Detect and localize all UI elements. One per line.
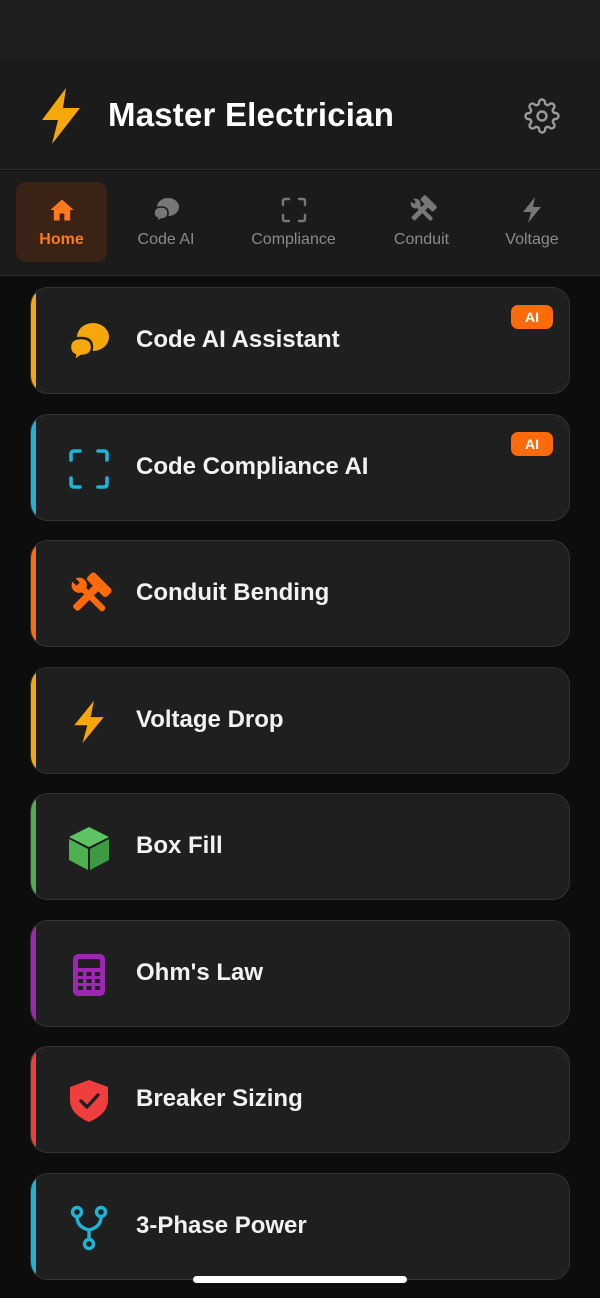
tab-label: Compliance: [251, 231, 336, 248]
ai-badge: AI: [511, 305, 553, 329]
tab-label: Voltage: [505, 231, 559, 248]
tab-compliance[interactable]: Compliance: [236, 182, 351, 262]
card-label: Conduit Bending: [136, 579, 330, 606]
tools-icon: [407, 195, 437, 225]
card-label: Box Fill: [136, 832, 223, 859]
card-label: Code AI Assistant: [136, 326, 340, 353]
tab-home[interactable]: Home: [16, 182, 107, 262]
status-bar: [0, 0, 600, 58]
card-accent: [31, 541, 36, 646]
tool-list: Code AI Assistant AI Code Compliance AI …: [30, 287, 570, 1298]
card-accent: [31, 288, 36, 393]
card-3-phase-power[interactable]: 3-Phase Power: [30, 1172, 570, 1280]
card-label: Code Compliance AI: [136, 452, 369, 480]
chat-bubbles-icon: [151, 195, 181, 225]
card-label: Breaker Sizing: [136, 1085, 303, 1112]
shield-check-icon: [65, 1077, 113, 1125]
tab-label: Conduit: [393, 231, 450, 248]
card-accent: [31, 1047, 36, 1152]
calculator-icon: [65, 951, 113, 999]
chat-bubbles-icon: [65, 318, 113, 366]
card-voltage-drop[interactable]: Voltage Drop: [30, 666, 570, 774]
card-accent: [31, 667, 36, 773]
app-title: Master Electrician: [108, 96, 395, 133]
card-accent: [31, 414, 36, 520]
settings-button[interactable]: [522, 96, 562, 136]
card-conduit-bending[interactable]: Conduit Bending: [30, 540, 570, 647]
ai-badge: AI: [511, 431, 553, 456]
gear-icon: [524, 98, 560, 134]
scan-frame-icon: [65, 445, 113, 493]
card-label: 3-Phase Power: [136, 1211, 307, 1239]
tab-label: Home: [39, 231, 84, 248]
tab-label: Code AI: [137, 231, 195, 248]
card-box-fill[interactable]: Box Fill: [30, 793, 570, 900]
tab-voltage[interactable]: Voltage: [492, 182, 572, 262]
cube-icon: [65, 824, 113, 872]
scan-frame-icon: [279, 195, 309, 225]
card-accent: [31, 1173, 36, 1279]
card-breaker-sizing[interactable]: Breaker Sizing: [30, 1046, 570, 1153]
card-code-compliance-ai[interactable]: Code Compliance AI AI: [30, 413, 570, 521]
bolt-logo-icon: [36, 86, 86, 146]
home-indicator[interactable]: [193, 1276, 407, 1283]
tab-code-ai[interactable]: Code AI: [122, 182, 210, 262]
app-header: Master Electrician: [0, 58, 600, 170]
tools-icon: [65, 571, 113, 619]
branch-icon: [65, 1204, 113, 1252]
bolt-icon: [517, 195, 547, 225]
tab-conduit[interactable]: Conduit: [378, 182, 465, 262]
card-ohms-law[interactable]: Ohm's Law: [30, 919, 570, 1027]
bolt-icon: [65, 698, 113, 746]
card-label: Voltage Drop: [136, 705, 284, 733]
card-code-ai-assistant[interactable]: Code AI Assistant AI: [30, 287, 570, 394]
card-accent: [31, 794, 36, 899]
card-accent: [31, 920, 36, 1026]
home-icon: [47, 195, 77, 225]
card-label: Ohm's Law: [136, 958, 264, 986]
tab-bar: Home Code AI Compliance Conduit Voltage: [0, 171, 600, 276]
